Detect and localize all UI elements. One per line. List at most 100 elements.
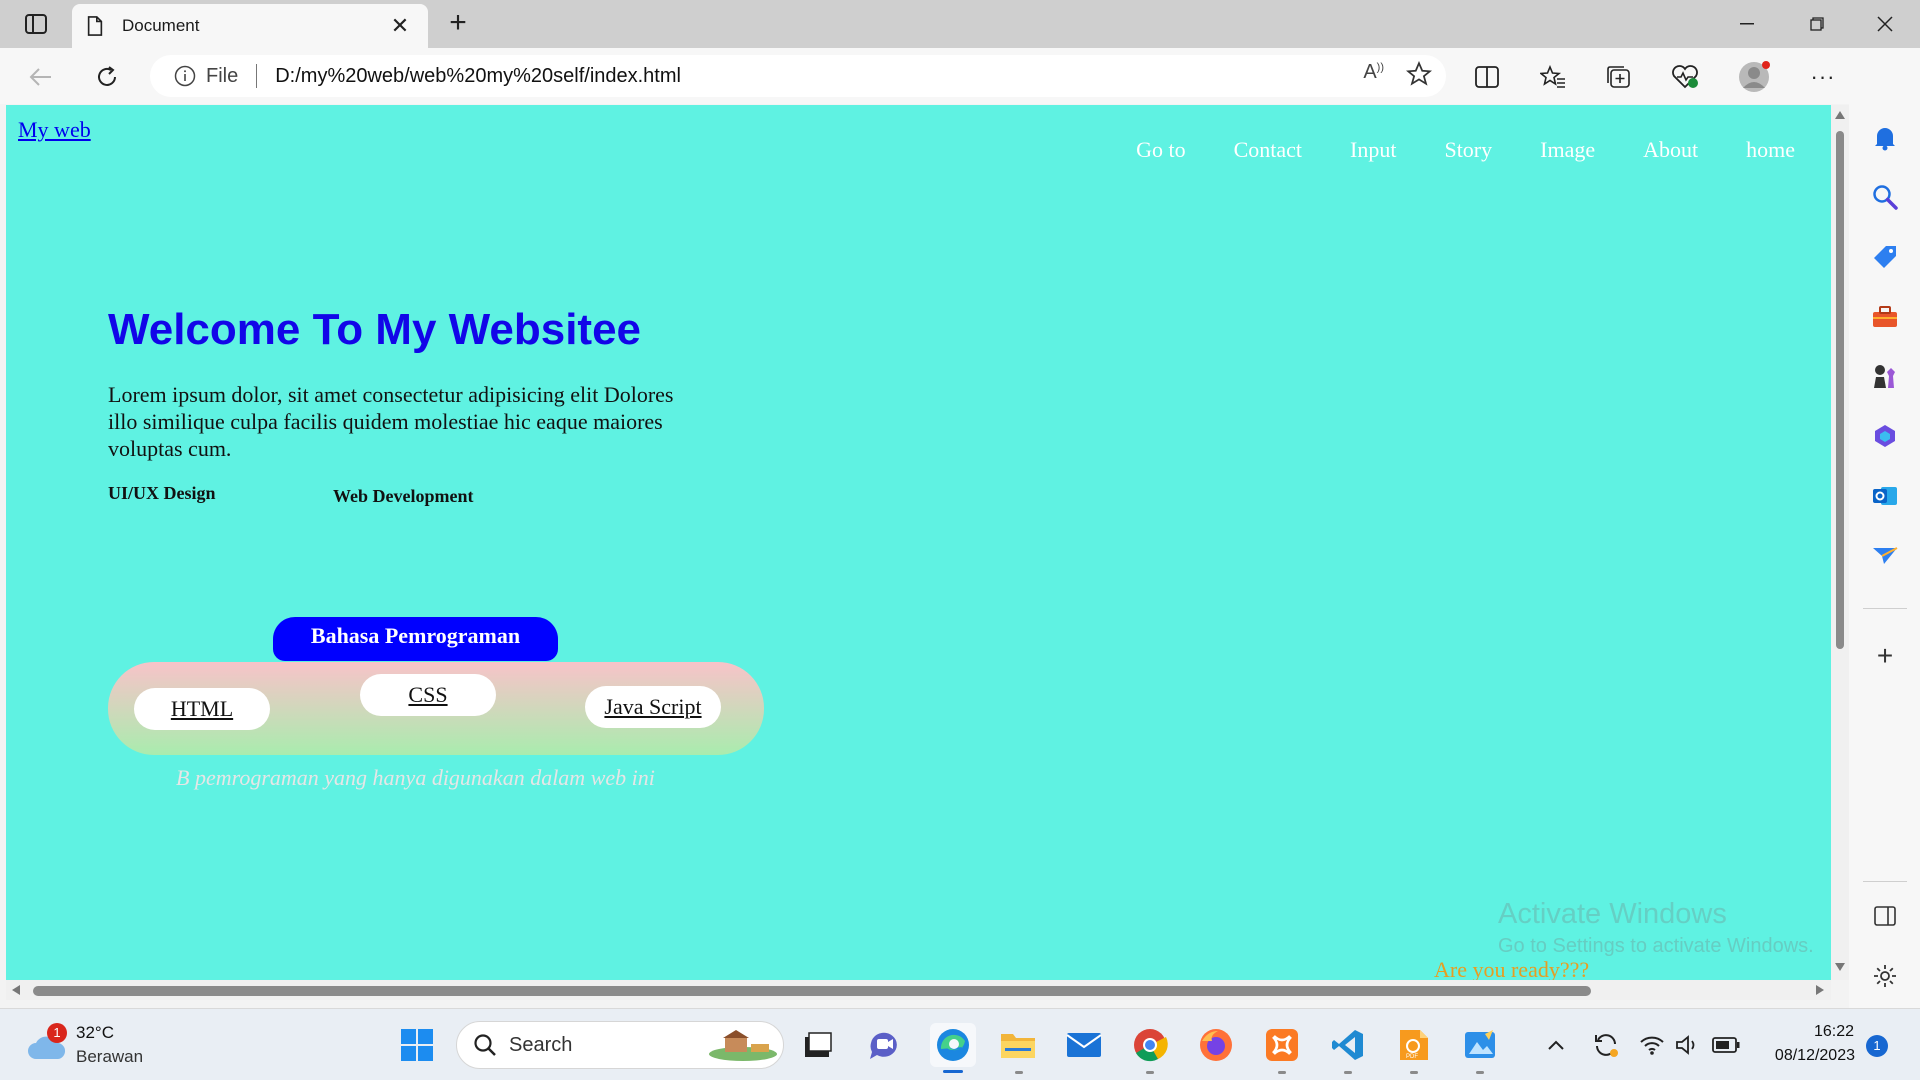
read-aloud-icon[interactable]: A)) — [1363, 61, 1384, 87]
taskbar-app-firefox[interactable] — [1196, 1025, 1236, 1065]
chat-icon — [870, 1032, 897, 1059]
taskbar-app-teams[interactable] — [864, 1025, 904, 1065]
split-screen-button[interactable] — [1468, 58, 1506, 96]
collections-button[interactable] — [1600, 58, 1638, 96]
edge-sidebar: + — [1849, 48, 1920, 1008]
favorites-button[interactable] — [1534, 58, 1572, 96]
minimize-icon — [1740, 23, 1754, 25]
profile-button[interactable] — [1736, 58, 1774, 96]
sync-tray-icon-button[interactable] — [1586, 1025, 1626, 1065]
minimize-button[interactable] — [1712, 0, 1782, 48]
browser-essentials-button[interactable] — [1666, 58, 1704, 96]
start-button[interactable] — [397, 1025, 437, 1065]
sidebar-add-button[interactable]: + — [1869, 640, 1901, 672]
restore-icon — [1810, 17, 1824, 31]
sidebar-settings-button[interactable] — [1869, 960, 1901, 992]
taskbar-app-file-explorer[interactable] — [998, 1025, 1038, 1065]
star-icon[interactable] — [1406, 61, 1432, 87]
vertical-scrollbar[interactable] — [1831, 105, 1849, 980]
sidebar-item-shopping[interactable] — [1869, 241, 1901, 273]
brand-link[interactable]: My web — [18, 117, 91, 143]
chevron-up-icon — [1548, 1040, 1564, 1050]
address-url[interactable]: D:/my%20web/web%20my%20self/index.html — [275, 65, 681, 88]
close-icon — [1877, 16, 1893, 32]
close-tab-icon[interactable]: ✕ — [386, 13, 414, 39]
scroll-down-icon[interactable] — [1835, 963, 1845, 971]
search-icon — [1873, 185, 1898, 210]
nav-item-contact[interactable]: Contact — [1234, 137, 1302, 163]
taskbar-search[interactable]: Search — [456, 1021, 784, 1069]
browser-tab-document[interactable]: Document ✕ — [72, 4, 428, 48]
nav-item-home[interactable]: home — [1746, 137, 1795, 163]
nav-item-go-to[interactable]: Go to — [1136, 137, 1186, 163]
firefox-icon — [1200, 1029, 1232, 1061]
active-indicator — [943, 1070, 963, 1073]
hide-sidebar-button[interactable] — [1869, 900, 1901, 932]
title-bar: Document ✕ + — [0, 0, 1920, 48]
clock-date[interactable]: 08/12/2023 — [1760, 1047, 1855, 1065]
back-button[interactable] — [22, 58, 60, 96]
sidebar-item-tools[interactable] — [1869, 301, 1901, 333]
edge-icon — [937, 1029, 969, 1061]
nav-item-image[interactable]: Image — [1540, 137, 1595, 163]
language-pill-javascript[interactable]: Java Script — [585, 686, 721, 728]
notification-badge[interactable]: 1 — [1866, 1035, 1888, 1057]
browser-toolbar: File D:/my%20web/web%20my%20self/index.h… — [0, 48, 1920, 104]
xampp-icon — [1266, 1029, 1298, 1061]
outlook-icon — [1873, 487, 1897, 505]
weather-description: Berawan — [76, 1047, 144, 1066]
restore-button[interactable] — [1782, 0, 1852, 48]
taskbar-app-chrome[interactable] — [1130, 1025, 1170, 1065]
language-pill-css[interactable]: CSS — [360, 674, 496, 716]
scroll-left-icon[interactable] — [12, 985, 20, 995]
sidebar-item-drop[interactable] — [1869, 540, 1901, 572]
taskbar-app-paint[interactable] — [1460, 1025, 1500, 1065]
refresh-button[interactable] — [88, 58, 126, 96]
sidebar-item-notifications[interactable] — [1869, 122, 1901, 154]
language-pill-html[interactable]: HTML — [134, 688, 270, 730]
tab-actions-button[interactable] — [14, 10, 58, 38]
network-button[interactable] — [1632, 1025, 1672, 1065]
scroll-up-icon[interactable] — [1835, 111, 1845, 119]
vertical-scroll-thumb[interactable] — [1836, 131, 1844, 649]
cta-text: Are you ready??? — [1434, 957, 1590, 980]
sidebar-item-microsoft-365[interactable] — [1869, 420, 1901, 452]
activate-windows-title: Activate Windows — [1498, 898, 1727, 930]
nav-item-input[interactable]: Input — [1350, 137, 1396, 163]
show-hidden-icons-button[interactable] — [1536, 1025, 1576, 1065]
taskbar-app-mail[interactable] — [1064, 1025, 1104, 1065]
more-options-button[interactable]: ··· — [1804, 58, 1842, 96]
paint-icon — [1465, 1030, 1495, 1058]
sidebar-item-search[interactable] — [1869, 181, 1901, 213]
taskbar-app-pdf[interactable]: PDF — [1394, 1025, 1434, 1065]
windows-logo-icon — [401, 1029, 433, 1061]
new-tab-button[interactable]: + — [440, 6, 476, 42]
taskbar-app-vscode[interactable] — [1328, 1025, 1368, 1065]
close-window-button[interactable] — [1850, 0, 1920, 48]
toolbox-icon — [1873, 306, 1897, 327]
nav-item-story[interactable]: Story — [1444, 137, 1492, 163]
volume-button[interactable] — [1668, 1025, 1708, 1065]
favorites-icon — [1540, 65, 1565, 88]
scroll-right-icon[interactable] — [1816, 985, 1824, 995]
taskbar-app-xampp[interactable] — [1262, 1025, 1302, 1065]
task-view-button[interactable] — [798, 1025, 838, 1065]
panel-icon — [1874, 906, 1896, 926]
horizontal-scroll-thumb[interactable] — [33, 986, 1591, 996]
horizontal-scrollbar[interactable] — [6, 980, 1831, 1000]
split-screen-icon — [1475, 66, 1499, 88]
chess-piece-icon — [1874, 365, 1895, 388]
taskbar-app-edge[interactable] — [930, 1023, 976, 1073]
nav-item-about[interactable]: About — [1643, 137, 1698, 163]
gear-icon — [1874, 965, 1896, 987]
tab-actions-icon — [25, 14, 47, 34]
collections-icon — [1607, 66, 1630, 88]
hero-title: Welcome To My Websitee — [108, 305, 642, 354]
battery-button[interactable] — [1706, 1025, 1746, 1065]
address-bar[interactable]: File D:/my%20web/web%20my%20self/index.h… — [150, 55, 1446, 97]
avatar-icon — [1739, 61, 1770, 92]
sidebar-item-games[interactable] — [1869, 360, 1901, 392]
activate-windows-subtitle: Go to Settings to activate Windows. — [1498, 935, 1814, 957]
clock-time[interactable]: 16:22 — [1808, 1023, 1854, 1041]
sidebar-item-outlook[interactable] — [1869, 480, 1901, 512]
